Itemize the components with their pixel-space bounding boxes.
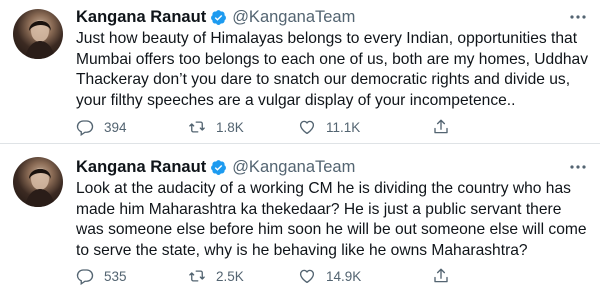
more-icon[interactable] [568, 160, 588, 174]
author-handle[interactable]: @KanganaTeam [232, 8, 355, 27]
like-icon [298, 267, 316, 285]
verified-icon [210, 9, 227, 26]
retweet-button[interactable]: 2.5K [188, 266, 244, 286]
like-count: 14.9K [326, 268, 362, 284]
tweet[interactable]: Kangana Ranaut @KanganaTeam Look at the … [0, 144, 600, 293]
like-count: 11.1K [326, 119, 361, 135]
tweet-actions: 394 1.8K 11.1K [76, 117, 546, 137]
share-button[interactable] [432, 117, 450, 137]
like-button[interactable]: 11.1K [298, 117, 360, 137]
retweet-count: 2.5K [216, 268, 244, 284]
share-icon [432, 267, 450, 285]
tweet[interactable]: Kangana Ranaut @KanganaTeam Just how bea… [0, 0, 600, 143]
retweet-count: 1.8K [216, 119, 244, 135]
tweet-actions: 535 2.5K 14.9K [76, 266, 546, 286]
more-icon[interactable] [568, 10, 588, 24]
tweet-header: Kangana Ranaut @KanganaTeam [76, 6, 355, 28]
author-handle[interactable]: @KanganaTeam [232, 158, 355, 177]
retweet-icon [188, 267, 206, 285]
author-name[interactable]: Kangana Ranaut [76, 158, 206, 177]
retweet-button[interactable]: 1.8K [188, 117, 244, 137]
avatar[interactable] [13, 157, 63, 207]
like-icon [298, 118, 316, 136]
author-name[interactable]: Kangana Ranaut [76, 8, 206, 27]
tweet-text: Look at the audacity of a working CM he … [76, 180, 587, 259]
tweet-header: Kangana Ranaut @KanganaTeam [76, 156, 355, 178]
verified-icon [210, 159, 227, 176]
share-icon [432, 118, 450, 136]
share-button[interactable] [432, 266, 450, 286]
avatar[interactable] [13, 9, 63, 59]
retweet-icon [188, 118, 206, 136]
reply-count: 394 [104, 119, 127, 135]
reply-button[interactable]: 394 [76, 117, 127, 137]
reply-icon [76, 118, 94, 136]
tweet-text: Just how beauty of Himalayas belongs to … [76, 30, 589, 109]
like-button[interactable]: 14.9K [298, 266, 361, 286]
reply-count: 535 [104, 268, 127, 284]
reply-button[interactable]: 535 [76, 266, 127, 286]
reply-icon [76, 267, 94, 285]
